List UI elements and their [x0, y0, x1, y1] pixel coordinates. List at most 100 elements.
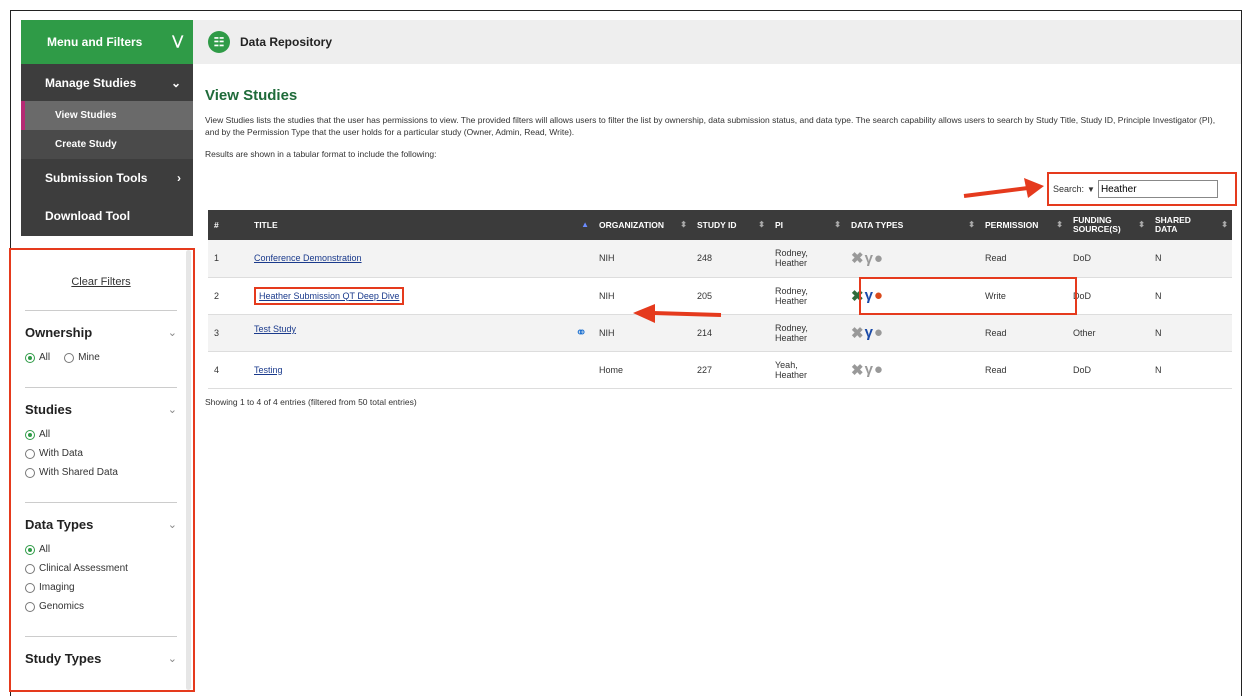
menu-and-filters-label: Menu and Filters [47, 35, 143, 49]
cell-funding: DoD [1067, 277, 1149, 315]
column-header-num[interactable]: # [208, 210, 248, 240]
sort-icon: ⬍ [680, 220, 687, 229]
column-header-data-types[interactable]: DATA TYPES ⬍ [845, 210, 979, 240]
column-header-shared-data[interactable]: SHARED DATA ⬍ [1149, 210, 1232, 240]
filter-header-data-types[interactable]: Data Types ⌄ [25, 517, 177, 532]
cell-pi: Rodney, Heather [769, 240, 845, 278]
annotation-arrow-search-icon [963, 178, 1044, 198]
cell-data-types: ✖ γ ● [845, 314, 979, 352]
annotation-highlight-box [859, 277, 1077, 315]
filters-panel: Clear Filters Ownership ⌄ All Mine Studi… [9, 248, 195, 692]
data-types-imaging-option[interactable]: Imaging [25, 582, 177, 593]
search-input[interactable] [1097, 180, 1218, 198]
chevron-down-icon: ⌄ [167, 519, 177, 531]
filter-title: Studies [25, 402, 72, 417]
radio-icon[interactable] [25, 601, 35, 612]
sidebar-item-create-study[interactable]: Create Study [21, 130, 193, 159]
cell-shared: N [1149, 351, 1232, 389]
dna-icon: ✖ [851, 250, 864, 268]
column-header-organization[interactable]: ORGANIZATION ⬍ [593, 210, 691, 240]
sort-icon: ⬍ [1138, 220, 1145, 229]
filter-group-study-types: Study Types ⌄ [25, 636, 177, 690]
filter-header-ownership[interactable]: Ownership ⌄ [25, 325, 177, 340]
radio-selected-icon[interactable] [25, 352, 35, 363]
column-header-funding[interactable]: FUNDING SOURCE(S) ⬍ [1067, 210, 1149, 240]
table-row[interactable]: 1 Conference Demonstration NIH 248 Rodne… [208, 240, 1232, 278]
search-label: Search: [1053, 184, 1085, 194]
study-title-link[interactable]: Heather Submission QT Deep Dive [254, 286, 405, 305]
cell-num: 1 [208, 240, 248, 278]
cell-shared: N [1149, 240, 1232, 278]
head-icon: ● [873, 361, 883, 378]
radio-icon[interactable] [64, 352, 75, 363]
column-header-title[interactable]: TITLE ▲ [248, 210, 593, 240]
data-types-genomics-option[interactable]: Genomics [25, 601, 177, 612]
radio-icon[interactable] [25, 582, 35, 593]
sort-icon: ⬍ [834, 220, 841, 229]
menu-and-filters-header[interactable]: Menu and Filters ⋁ [21, 20, 193, 64]
table-row[interactable]: 4 Testing Home 227 Yeah, Heather ✖ γ ● Read… [208, 351, 1232, 389]
studies-all-option[interactable]: All [25, 429, 177, 440]
ownership-all-option[interactable]: All [25, 352, 50, 363]
cell-title: Conference Demonstration [248, 240, 593, 278]
sidebar-item-manage-studies[interactable]: Manage Studies ⌄ [21, 64, 193, 101]
cell-pi: Rodney, Heather [769, 314, 845, 352]
filter-group-ownership: Ownership ⌄ All Mine [25, 310, 177, 387]
cell-shared: N [1149, 314, 1232, 352]
cell-permission: Read [979, 314, 1067, 352]
clear-filters-link[interactable]: Clear Filters [25, 276, 177, 288]
filter-header-study-types[interactable]: Study Types ⌄ [25, 651, 177, 666]
filter-title: Data Types [25, 517, 94, 532]
annotation-arrow-title-icon [633, 304, 722, 323]
cell-pi: Yeah, Heather [769, 351, 845, 389]
filter-group-studies: Studies ⌄ All With Data With Shared Data [25, 387, 177, 502]
sidebar-item-download-tool[interactable]: Download Tool [21, 196, 193, 236]
y-icon: γ [864, 361, 873, 378]
chevron-down-icon: ⌄ [167, 404, 177, 416]
y-icon: γ [864, 249, 873, 267]
cell-title: Heather Submission QT Deep Dive [248, 277, 593, 315]
study-title-link[interactable]: Testing [254, 365, 283, 375]
cell-title: Test Study ⚭ [248, 314, 593, 352]
studies-with-shared-data-option[interactable]: With Shared Data [25, 467, 177, 478]
column-header-pi[interactable]: PI ⬍ [769, 210, 845, 240]
ownership-mine-option[interactable]: Mine [64, 352, 100, 363]
cell-organization: NIH [593, 240, 691, 278]
radio-selected-icon[interactable] [25, 429, 35, 440]
cell-num: 2 [208, 277, 248, 315]
sidebar-item-label: View Studies [55, 110, 117, 121]
filter-header-studies[interactable]: Studies ⌄ [25, 402, 177, 417]
data-types-clinical-option[interactable]: Clinical Assessment [25, 563, 177, 574]
dna-icon: ✖ [851, 361, 864, 379]
cell-num: 4 [208, 351, 248, 389]
cell-study-id: 227 [691, 351, 769, 389]
dropdown-caret-icon[interactable]: ▼ [1087, 185, 1095, 194]
studies-with-data-option[interactable]: With Data [25, 448, 177, 459]
sidebar-item-view-studies[interactable]: View Studies [21, 101, 193, 130]
sidebar-item-label: Submission Tools [45, 170, 148, 185]
table-header-row: # TITLE ▲ ORGANIZATION ⬍ STUDY ID ⬍ PI ⬍ DAT… [208, 210, 1232, 240]
search-area: Search: ▼ [1047, 172, 1237, 206]
radio-icon[interactable] [25, 467, 35, 478]
study-title-link[interactable]: Conference Demonstration [254, 253, 362, 263]
sort-icon: ⬍ [1056, 220, 1063, 229]
radio-icon[interactable] [25, 448, 35, 459]
study-title-link[interactable]: Test Study [254, 324, 296, 334]
filters-scrollbar[interactable] [186, 250, 191, 690]
head-icon: ● [873, 249, 883, 267]
column-header-study-id[interactable]: STUDY ID ⬍ [691, 210, 769, 240]
data-repository-logo-icon: ☷ [208, 31, 230, 53]
column-header-permission[interactable]: PERMISSION ⬍ [979, 210, 1067, 240]
sort-icon: ⬍ [1221, 220, 1228, 229]
radio-icon[interactable] [25, 563, 35, 574]
dna-icon: ✖ [851, 324, 864, 342]
sidebar-item-submission-tools[interactable]: Submission Tools › [21, 159, 193, 196]
paperclip-icon[interactable]: ⚭ [575, 324, 587, 341]
double-chevron-down-icon[interactable]: ⋁ [172, 33, 183, 49]
data-types-all-option[interactable]: All [25, 544, 177, 555]
radio-selected-icon[interactable] [25, 544, 35, 555]
sidebar-item-label: Create Study [55, 139, 117, 150]
chevron-down-icon: ⌄ [167, 327, 177, 339]
ownership-options: All Mine [25, 352, 177, 363]
chevron-down-icon: ⌄ [170, 75, 181, 90]
